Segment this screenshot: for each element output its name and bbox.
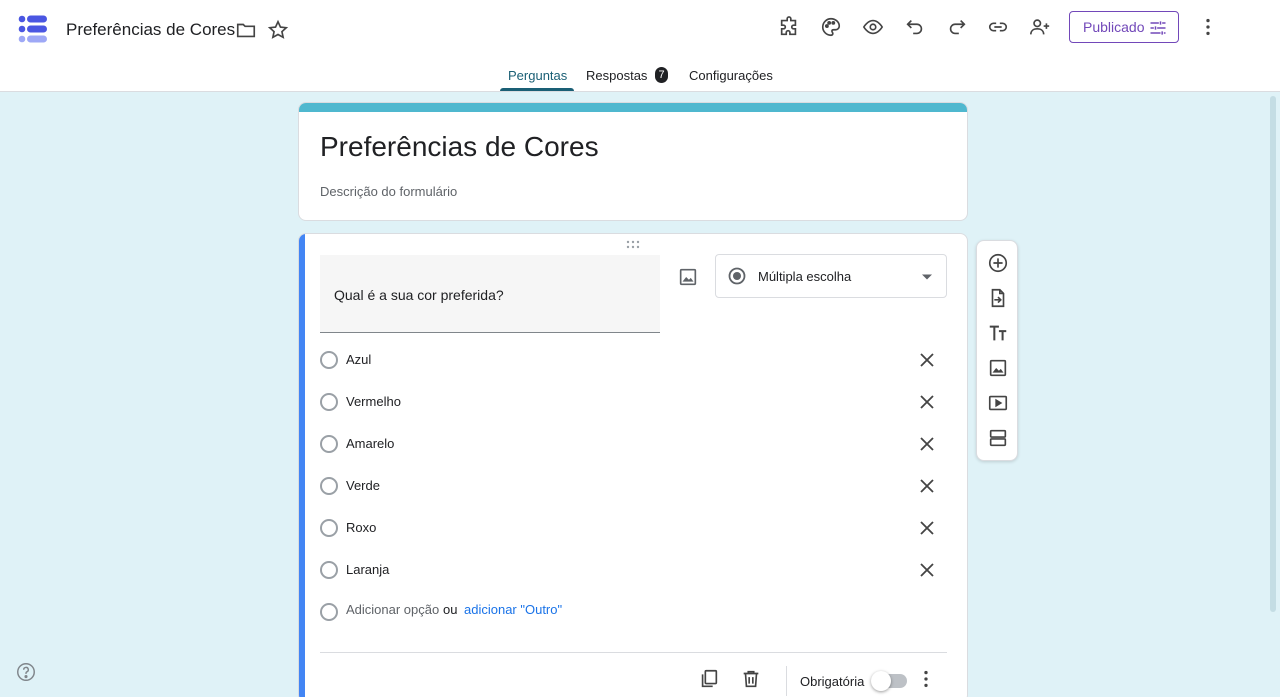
radio-circle-icon <box>320 603 338 621</box>
remove-option-icon[interactable] <box>917 560 937 580</box>
delete-icon[interactable] <box>740 668 762 690</box>
option-label[interactable]: Laranja <box>346 562 389 577</box>
option-row[interactable]: Vermelho <box>320 390 940 414</box>
help-icon[interactable] <box>15 661 37 683</box>
tab-bar: Perguntas Respostas Configurações <box>0 58 1280 92</box>
radio-button-icon <box>728 267 746 285</box>
publish-button[interactable]: Publicado <box>1069 11 1179 43</box>
link-icon[interactable] <box>986 15 1010 39</box>
active-card-accent <box>299 234 305 697</box>
radio-circle-icon <box>320 393 338 411</box>
import-questions-icon[interactable] <box>987 287 1009 309</box>
question-footer-divider <box>320 652 947 653</box>
star-icon[interactable] <box>266 18 290 42</box>
remove-option-icon[interactable] <box>917 434 937 454</box>
required-toggle[interactable] <box>871 671 907 691</box>
add-section-icon[interactable] <box>987 427 1009 449</box>
palette-icon[interactable] <box>819 15 843 39</box>
form-title[interactable]: Preferências de Cores <box>320 131 599 163</box>
add-video-icon[interactable] <box>987 392 1009 414</box>
duplicate-icon[interactable] <box>698 668 720 690</box>
option-label[interactable]: Amarelo <box>346 436 394 451</box>
question-title-field[interactable]: Qual é a sua cor preferida? <box>320 255 660 333</box>
option-label[interactable]: Verde <box>346 478 380 493</box>
add-title-icon[interactable] <box>987 322 1009 344</box>
folder-icon[interactable] <box>234 18 258 42</box>
app-header: Preferências de Cores Publicado Pergunta… <box>0 0 1280 92</box>
publish-label: Publicado <box>1083 19 1145 35</box>
remove-option-icon[interactable] <box>917 518 937 538</box>
radio-circle-icon <box>320 561 338 579</box>
question-type-dropdown[interactable]: Múltipla escolha <box>715 254 947 298</box>
add-image-icon[interactable] <box>677 266 699 288</box>
add-question-icon[interactable] <box>987 252 1009 274</box>
radio-circle-icon <box>320 477 338 495</box>
option-row[interactable]: Laranja <box>320 558 940 582</box>
add-collaborator-icon[interactable] <box>1028 15 1052 39</box>
option-label[interactable]: Azul <box>346 352 371 367</box>
add-option-link[interactable]: Adicionar opção <box>346 602 439 617</box>
more-vert-icon[interactable] <box>1196 15 1220 39</box>
option-row[interactable]: Verde <box>320 474 940 498</box>
chevron-down-icon <box>922 274 932 280</box>
tab-configuracoes[interactable]: Configurações <box>689 68 773 83</box>
question-card[interactable]: Qual é a sua cor preferida? Múltipla esc… <box>298 233 968 697</box>
active-tab-indicator <box>500 88 574 91</box>
radio-circle-icon <box>320 519 338 537</box>
floating-toolbar <box>976 240 1018 461</box>
page-scrollbar[interactable] <box>1270 96 1276 612</box>
title-card-color-band <box>299 103 967 112</box>
or-text: ou <box>443 602 458 617</box>
toggle-knob <box>871 671 891 691</box>
radio-circle-icon <box>320 435 338 453</box>
remove-option-icon[interactable] <box>917 350 937 370</box>
option-row[interactable]: Roxo <box>320 516 940 540</box>
footer-separator <box>786 666 787 696</box>
forms-logo-icon[interactable] <box>18 14 48 44</box>
addons-icon[interactable] <box>777 15 801 39</box>
tune-icon <box>1150 21 1166 35</box>
required-label: Obrigatória <box>800 674 865 689</box>
preview-icon[interactable] <box>861 15 885 39</box>
add-image-toolbar-icon[interactable] <box>987 357 1009 379</box>
drag-handle-icon[interactable] <box>625 240 641 250</box>
tab-respostas[interactable]: Respostas <box>586 68 647 83</box>
radio-circle-icon <box>320 351 338 369</box>
form-description-field[interactable]: Descrição do formulário <box>320 184 457 199</box>
option-row[interactable]: Azul <box>320 348 940 372</box>
question-more-vert-icon[interactable] <box>915 668 937 690</box>
remove-option-icon[interactable] <box>917 392 937 412</box>
document-title[interactable]: Preferências de Cores <box>66 20 235 40</box>
redo-icon[interactable] <box>945 15 969 39</box>
tab-perguntas[interactable]: Perguntas <box>508 68 567 83</box>
option-label[interactable]: Vermelho <box>346 394 401 409</box>
undo-icon[interactable] <box>903 15 927 39</box>
responses-count-badge: 7 <box>655 67 668 83</box>
question-title: Qual é a sua cor preferida? <box>334 287 504 303</box>
remove-option-icon[interactable] <box>917 476 937 496</box>
add-other-link[interactable]: adicionar "Outro" <box>464 602 562 617</box>
option-row[interactable]: Amarelo <box>320 432 940 456</box>
form-title-card[interactable]: Preferências de Cores Descrição do formu… <box>298 102 968 221</box>
option-label[interactable]: Roxo <box>346 520 376 535</box>
question-type-label: Múltipla escolha <box>758 269 852 284</box>
